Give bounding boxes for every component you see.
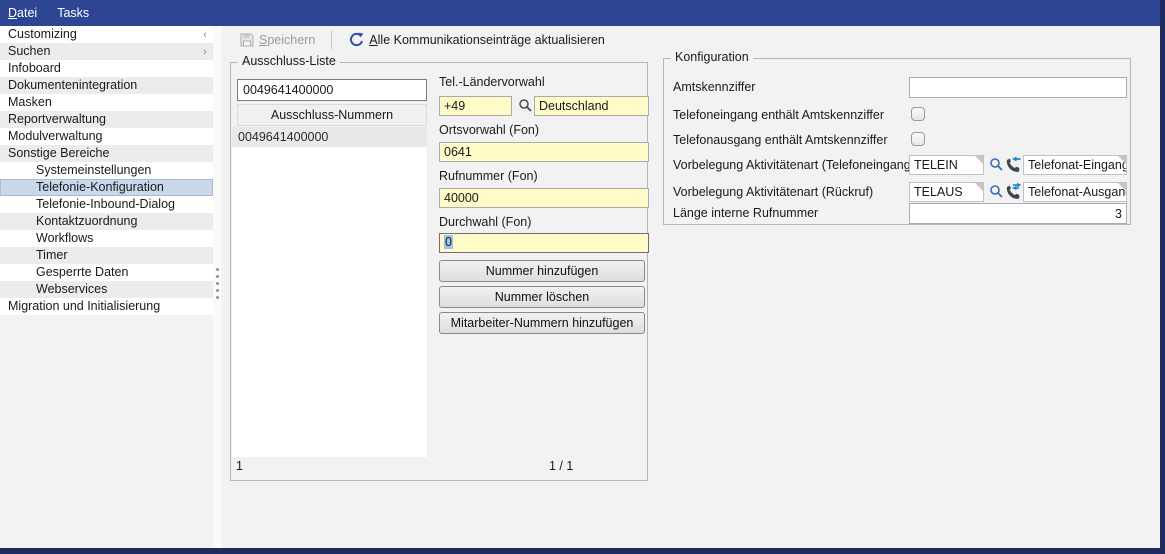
phone-out-checkbox[interactable] xyxy=(911,132,925,146)
app-window: Datei Tasks Customizing Suchen Infoboard… xyxy=(0,0,1165,554)
activity-in-search-icon[interactable] xyxy=(989,157,1004,172)
save-button[interactable]: Speichern xyxy=(232,30,323,50)
corner-flag-icon xyxy=(975,183,983,191)
activity-callback-code-field[interactable]: TELAUS xyxy=(909,182,984,202)
exclusion-list-legend: Ausschluss-Liste xyxy=(238,54,340,68)
sidebar-item-webservices[interactable]: Webservices xyxy=(0,281,213,298)
country-search-icon[interactable] xyxy=(518,98,533,113)
incoming-call-icon[interactable] xyxy=(1005,156,1022,173)
refresh-button[interactable]: Alle Kommunikationseinträge aktualisiere… xyxy=(340,29,613,51)
extension-input[interactable]: 0 xyxy=(439,233,649,253)
sidebar-splitter[interactable] xyxy=(213,26,222,548)
corner-flag-icon xyxy=(1118,156,1126,164)
menu-tasks[interactable]: Tasks xyxy=(57,4,99,22)
phone-number-label: Rufnummer (Fon) xyxy=(439,169,538,183)
delete-number-button[interactable]: Nummer löschen xyxy=(439,286,645,308)
sidebar-item-suchen[interactable]: Suchen xyxy=(0,43,213,60)
phone-in-checkbox[interactable] xyxy=(911,107,925,121)
add-employee-numbers-button[interactable]: Mitarbeiter-Nummern hinzufügen xyxy=(439,312,645,334)
list-item[interactable]: 0049641400000 xyxy=(232,127,427,147)
window-border xyxy=(1160,0,1165,554)
selected-text: 0 xyxy=(444,235,453,249)
internal-number-length-input[interactable] xyxy=(909,203,1127,224)
exclusion-listbox[interactable]: 0049641400000 xyxy=(232,127,427,457)
corner-flag-icon xyxy=(975,156,983,164)
exclusion-list-header[interactable]: Ausschluss-Nummern xyxy=(237,104,427,126)
configuration-groupbox: Konfiguration Amtskennziffer Telefoneing… xyxy=(663,58,1131,225)
toolbar-separator xyxy=(331,31,332,49)
country-code-input[interactable] xyxy=(439,96,512,116)
exclusion-list-groupbox: Ausschluss-Liste Ausschluss-Nummern 0049… xyxy=(230,62,648,481)
list-count: 1 xyxy=(236,459,243,473)
menubar: Datei Tasks xyxy=(0,0,1165,26)
sidebar-item-timer[interactable]: Timer xyxy=(0,247,213,264)
sidebar-item-telefonie-konfiguration[interactable]: Telefonie-Konfiguration xyxy=(0,179,213,196)
window-border xyxy=(0,548,1165,554)
amtskennziffer-input[interactable] xyxy=(909,77,1127,98)
sidebar-nav: Customizing Suchen Infoboard Dokumenteni… xyxy=(0,26,213,548)
sidebar-item-kontaktzuordnung[interactable]: Kontaktzuordnung xyxy=(0,213,213,230)
sidebar-item-masken[interactable]: Masken xyxy=(0,94,213,111)
sidebar-item-dokumentenintegration[interactable]: Dokumentenintegration xyxy=(0,77,213,94)
sidebar-item-telefonie-inbound-dialog[interactable]: Telefonie-Inbound-Dialog xyxy=(0,196,213,213)
sidebar-item-workflows[interactable]: Workflows xyxy=(0,230,213,247)
main-content: Speichern Alle Kommunikationseinträge ak… xyxy=(222,26,1161,548)
activity-callback-label: Vorbelegung Aktivitätenart (Rückruf) xyxy=(673,185,873,199)
list-page-indicator: 1 / 1 xyxy=(549,459,573,473)
activity-in-name-field[interactable]: Telefonat-Eingang xyxy=(1023,155,1127,175)
sidebar-item-sonstige-bereiche[interactable]: Sonstige Bereiche xyxy=(0,145,213,162)
outgoing-call-icon[interactable] xyxy=(1005,183,1022,200)
chevron-left-icon[interactable]: ‹ xyxy=(199,27,211,43)
country-code-label: Tel.-Ländervorwahl xyxy=(439,75,545,89)
exclusion-filter-input[interactable] xyxy=(237,79,427,101)
sidebar-item-modulverwaltung[interactable]: Modulverwaltung xyxy=(0,128,213,145)
country-name-input[interactable] xyxy=(534,96,649,116)
sidebar-item-gesperrte-daten[interactable]: Gesperrte Daten xyxy=(0,264,213,281)
refresh-icon xyxy=(348,32,364,48)
menu-datei[interactable]: Datei xyxy=(8,4,47,22)
phone-number-input[interactable] xyxy=(439,188,649,208)
activity-callback-search-icon[interactable] xyxy=(989,184,1004,199)
phone-in-checkbox-label: Telefoneingang enthält Amtskennziffer xyxy=(673,108,884,122)
refresh-label: Alle Kommunikationseinträge aktualisiere… xyxy=(369,33,605,47)
amtskennziffer-label: Amtskennziffer xyxy=(673,80,755,94)
area-code-label: Ortsvorwahl (Fon) xyxy=(439,123,539,137)
chevron-right-icon[interactable]: › xyxy=(199,44,211,60)
area-code-input[interactable] xyxy=(439,142,649,162)
sidebar-item-infoboard[interactable]: Infoboard xyxy=(0,60,213,77)
sidebar-item-systemeinstellungen[interactable]: Systemeinstellungen xyxy=(0,162,213,179)
add-number-button[interactable]: Nummer hinzufügen xyxy=(439,260,645,282)
activity-callback-name-field[interactable]: Telefonat-Ausgang xyxy=(1023,182,1127,202)
extension-label: Durchwahl (Fon) xyxy=(439,215,531,229)
sidebar-item-migration[interactable]: Migration und Initialisierung xyxy=(0,298,213,315)
activity-in-code-field[interactable]: TELEIN xyxy=(909,155,984,175)
internal-number-length-label: Länge interne Rufnummer xyxy=(673,206,818,220)
corner-flag-icon xyxy=(1118,183,1126,191)
save-label: Speichern xyxy=(259,33,315,47)
sidebar-item-customizing[interactable]: Customizing xyxy=(0,26,213,43)
activity-in-label: Vorbelegung Aktivitätenart (Telefoneinga… xyxy=(673,158,915,172)
phone-out-checkbox-label: Telefonausgang enthält Amtskennziffer xyxy=(673,133,888,147)
configuration-legend: Konfiguration xyxy=(671,50,753,64)
sidebar-item-reportverwaltung[interactable]: Reportverwaltung xyxy=(0,111,213,128)
floppy-disk-icon xyxy=(240,33,254,47)
